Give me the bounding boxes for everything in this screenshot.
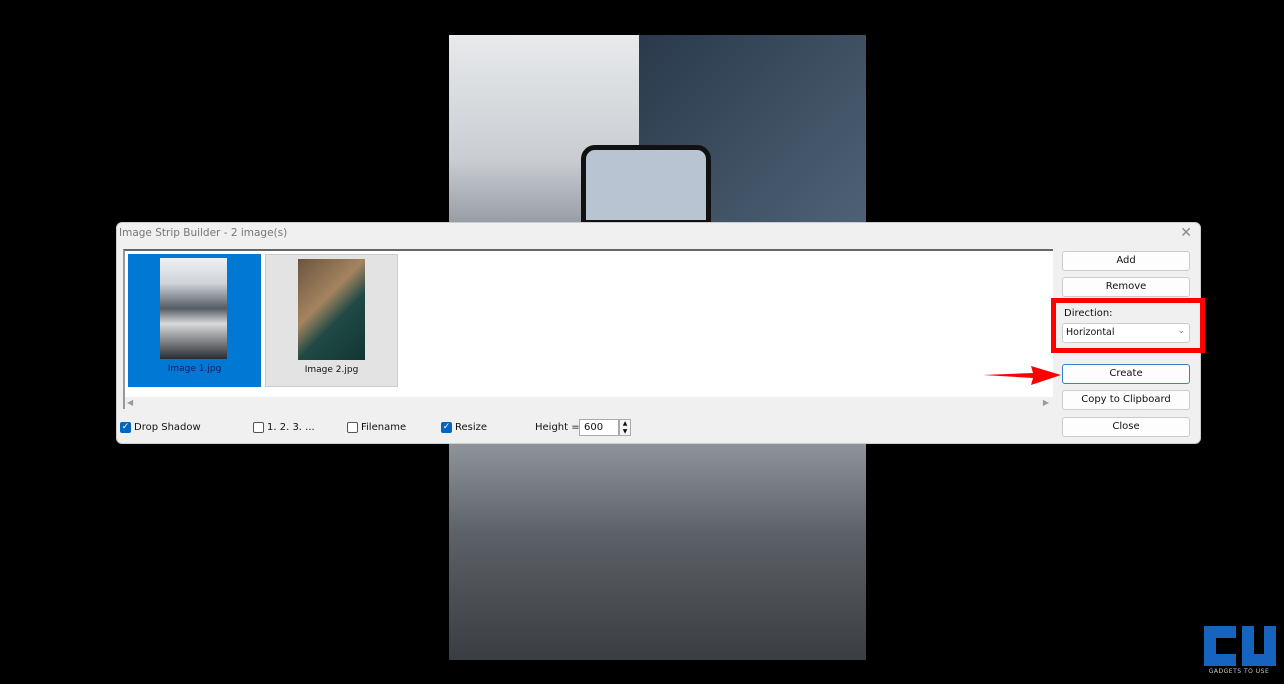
checkbox-unchecked-icon	[253, 422, 264, 433]
phone	[581, 145, 711, 225]
close-icon[interactable]: ✕	[1180, 225, 1192, 241]
image-strip-builder-dialog: Image Strip Builder - 2 image(s) ✕ Image…	[116, 222, 1201, 444]
scroll-right-icon[interactable]: ▶	[1043, 398, 1049, 407]
red-arrow-icon	[983, 366, 1061, 385]
image-list[interactable]: Image 1.jpg Image 2.jpg ◀ ▶	[123, 249, 1053, 409]
remove-button[interactable]: Remove	[1062, 277, 1190, 297]
image-item-1[interactable]: Image 1.jpg	[128, 254, 261, 387]
height-input[interactable]: 600	[579, 419, 619, 436]
horizontal-scrollbar[interactable]: ◀ ▶	[125, 397, 1053, 409]
resize-checkbox[interactable]: ✓ Resize	[441, 422, 487, 433]
close-button[interactable]: Close	[1062, 417, 1190, 437]
image-1-label: Image 1.jpg	[167, 364, 222, 374]
checkbox-checked-icon: ✓	[120, 422, 131, 433]
copy-to-clipboard-button[interactable]: Copy to Clipboard	[1062, 390, 1190, 410]
gadgets-to-use-logo-icon	[1204, 626, 1276, 666]
add-button[interactable]: Add	[1062, 251, 1190, 271]
filename-label: Filename	[361, 422, 407, 433]
height-stepper[interactable]: 600 ▲ ▼	[579, 419, 631, 436]
checkbox-unchecked-icon	[347, 422, 358, 433]
image-1-thumbnail	[160, 258, 227, 359]
drop-shadow-checkbox[interactable]: ✓ Drop Shadow	[120, 422, 201, 433]
resize-label: Resize	[455, 422, 488, 433]
numbering-label: 1. 2. 3. ...	[267, 422, 315, 433]
image-2-thumbnail	[298, 259, 365, 360]
filename-checkbox[interactable]: Filename	[347, 422, 406, 433]
watermark-logo: GADGETS TO USE	[1202, 624, 1276, 675]
decrement-icon[interactable]: ▼	[620, 428, 630, 436]
image-item-2[interactable]: Image 2.jpg	[265, 254, 398, 387]
highlight-box	[1051, 298, 1205, 353]
drop-shadow-label: Drop Shadow	[134, 422, 201, 433]
dialog-title: Image Strip Builder - 2 image(s)	[119, 227, 288, 239]
create-button[interactable]: Create	[1062, 364, 1190, 384]
increment-icon[interactable]: ▲	[620, 420, 630, 428]
watermark-text: GADGETS TO USE	[1208, 668, 1270, 675]
image-2-label: Image 2.jpg	[304, 365, 359, 375]
numbering-checkbox[interactable]: 1. 2. 3. ...	[253, 422, 315, 433]
checkbox-checked-icon: ✓	[441, 422, 452, 433]
scroll-left-icon[interactable]: ◀	[127, 398, 133, 407]
height-label: Height =	[535, 422, 580, 433]
